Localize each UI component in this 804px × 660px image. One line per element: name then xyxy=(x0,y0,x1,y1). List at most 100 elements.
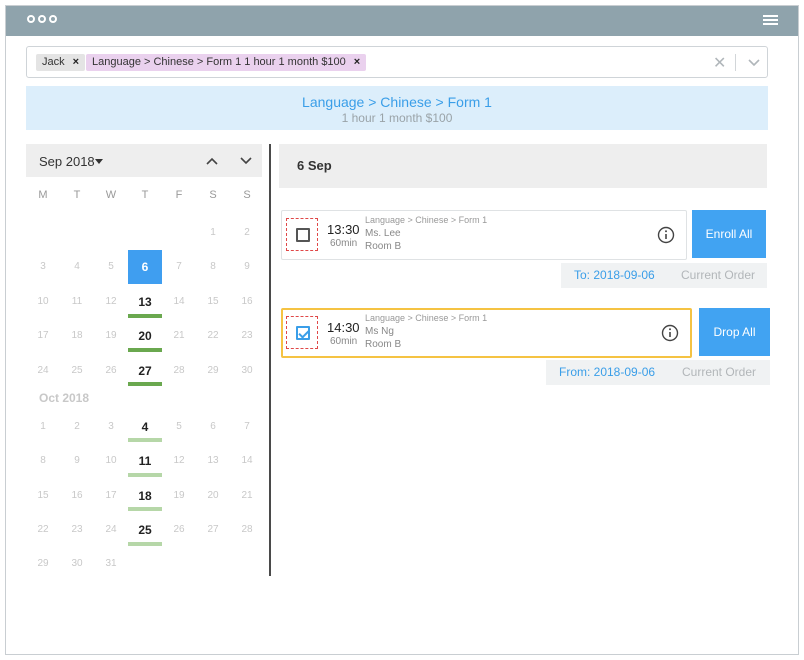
calendar-day[interactable]: 14 xyxy=(162,285,196,319)
session-order-status: Current Order xyxy=(681,268,756,282)
calendar-header: Sep 2018 xyxy=(26,144,262,177)
chevron-up-icon[interactable] xyxy=(206,156,218,166)
calendar-day[interactable]: 17 xyxy=(94,479,128,513)
calendar-day[interactable]: 23 xyxy=(230,319,264,353)
calendar-day[interactable]: 14 xyxy=(230,444,264,478)
session-date-range: To: 2018-09-06 xyxy=(574,268,655,282)
month-label[interactable]: Sep 2018 xyxy=(39,154,95,169)
weekday-label: S xyxy=(209,189,217,201)
upcoming-indicator xyxy=(128,507,162,511)
caret-down-icon[interactable] xyxy=(95,159,103,164)
filter-select[interactable]: Jack × Language > Chinese > Form 1 1 hour… xyxy=(26,46,768,78)
calendar-day[interactable]: 22 xyxy=(196,319,230,353)
course-title: Language > Chinese > Form 1 xyxy=(302,94,492,110)
calendar-day[interactable]: 18 xyxy=(60,319,94,353)
calendar-day[interactable]: 5 xyxy=(162,410,196,444)
drop-all-button[interactable]: Drop All xyxy=(699,308,770,356)
calendar-day[interactable]: 29 xyxy=(26,547,60,581)
calendar-day[interactable]: 28 xyxy=(230,513,264,547)
calendar-day-selected[interactable]: 6 xyxy=(128,250,162,284)
course-banner: Language > Chinese > Form 1 1 hour 1 mon… xyxy=(26,86,768,130)
session-checkbox-area[interactable] xyxy=(286,218,318,251)
calendar-day[interactable]: 3 xyxy=(26,250,60,284)
calendar-day[interactable]: 12 xyxy=(162,444,196,478)
calendar-day[interactable]: 29 xyxy=(196,354,230,388)
calendar-day[interactable]: 20 xyxy=(196,479,230,513)
remove-tag-icon[interactable]: × xyxy=(354,56,360,68)
calendar-day[interactable]: 7 xyxy=(162,250,196,284)
info-icon[interactable] xyxy=(661,324,679,342)
window-dot-icon[interactable] xyxy=(49,15,57,23)
weekday-label: M xyxy=(38,189,48,201)
calendar-day[interactable]: 15 xyxy=(26,479,60,513)
calendar-day[interactable]: 16 xyxy=(230,285,264,319)
calendar-day[interactable]: 1 xyxy=(26,410,60,444)
session-teacher: Ms Ng xyxy=(365,326,394,337)
upcoming-indicator xyxy=(128,542,162,546)
calendar-day[interactable]: 21 xyxy=(230,479,264,513)
panel-divider xyxy=(269,144,271,576)
calendar-day[interactable]: 31 xyxy=(94,547,128,581)
clear-icon[interactable]: ✕ xyxy=(713,53,726,73)
menu-icon[interactable] xyxy=(763,15,778,27)
calendar-day[interactable]: 11 xyxy=(60,285,94,319)
remove-tag-icon[interactable]: × xyxy=(73,56,79,68)
filter-tag-label: Language > Chinese > Form 1 1 hour 1 mon… xyxy=(92,56,346,68)
enrolled-indicator xyxy=(128,382,162,386)
chevron-down-icon[interactable] xyxy=(240,156,252,166)
calendar-day[interactable]: 19 xyxy=(162,479,196,513)
chevron-down-icon[interactable] xyxy=(746,54,762,70)
calendar-day[interactable]: 7 xyxy=(230,410,264,444)
session-teacher: Ms. Lee xyxy=(365,228,401,239)
calendar-day[interactable]: 26 xyxy=(162,513,196,547)
info-icon[interactable] xyxy=(657,226,675,244)
calendar-day[interactable]: 4 xyxy=(60,250,94,284)
upcoming-indicator xyxy=(128,438,162,442)
calendar-day[interactable]: 10 xyxy=(94,444,128,478)
session-date-range: From: 2018-09-06 xyxy=(559,365,656,379)
calendar-day[interactable]: 12 xyxy=(94,285,128,319)
enroll-all-button[interactable]: Enroll All xyxy=(692,210,766,258)
calendar-day[interactable]: 21 xyxy=(162,319,196,353)
calendar-day[interactable]: 22 xyxy=(26,513,60,547)
session-checkbox[interactable] xyxy=(296,228,310,242)
session-card[interactable]: 13:30 60min Language > Chinese > Form 1 … xyxy=(281,210,687,260)
calendar-day[interactable]: 19 xyxy=(94,319,128,353)
window-dot-icon[interactable] xyxy=(27,15,35,23)
calendar-day[interactable]: 23 xyxy=(60,513,94,547)
window-dot-icon[interactable] xyxy=(38,15,46,23)
calendar-day[interactable]: 1 xyxy=(196,216,230,250)
session-checkbox-area[interactable] xyxy=(286,316,318,349)
calendar-day[interactable]: 16 xyxy=(60,479,94,513)
calendar-day[interactable]: 15 xyxy=(196,285,230,319)
session-card-selected[interactable]: 14:30 60min Language > Chinese > Form 1 … xyxy=(281,308,692,358)
calendar-day[interactable]: 3 xyxy=(94,410,128,444)
title-bar xyxy=(6,6,798,36)
calendar-day[interactable]: 17 xyxy=(26,319,60,353)
session-room: Room B xyxy=(365,241,402,252)
calendar-day[interactable]: 30 xyxy=(60,547,94,581)
schedule-header: 6 Sep xyxy=(279,144,767,188)
calendar-day[interactable]: 2 xyxy=(230,216,264,250)
calendar-day[interactable]: 13 xyxy=(196,444,230,478)
calendar-day[interactable]: 24 xyxy=(26,354,60,388)
session-checkbox-checked[interactable] xyxy=(296,326,310,340)
calendar-day[interactable]: 9 xyxy=(60,444,94,478)
calendar-day[interactable]: 8 xyxy=(196,250,230,284)
calendar-day[interactable]: 30 xyxy=(230,354,264,388)
weekday-label: T xyxy=(73,189,81,201)
calendar-day[interactable]: 8 xyxy=(26,444,60,478)
calendar-day[interactable]: 27 xyxy=(196,513,230,547)
calendar-day[interactable]: 10 xyxy=(26,285,60,319)
calendar-day[interactable]: 9 xyxy=(230,250,264,284)
calendar-day[interactable]: 24 xyxy=(94,513,128,547)
calendar-day[interactable]: 26 xyxy=(94,354,128,388)
calendar-day[interactable]: 25 xyxy=(60,354,94,388)
filter-tag-course: Language > Chinese > Form 1 1 hour 1 mon… xyxy=(86,54,367,71)
calendar-day[interactable]: 6 xyxy=(196,410,230,444)
calendar-day[interactable]: 2 xyxy=(60,410,94,444)
calendar-day[interactable]: 5 xyxy=(94,250,128,284)
calendar-day[interactable]: 28 xyxy=(162,354,196,388)
upcoming-indicator xyxy=(128,473,162,477)
filter-tag-label: Jack xyxy=(42,56,65,68)
